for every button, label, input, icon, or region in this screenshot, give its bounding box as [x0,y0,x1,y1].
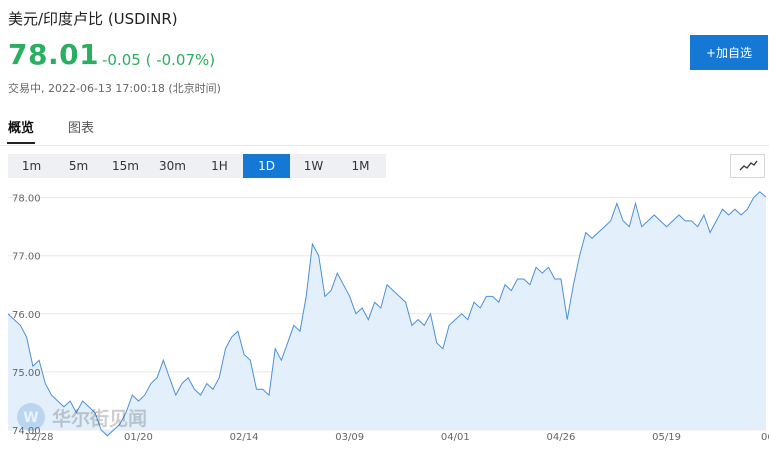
period-1d[interactable]: 1D [243,154,290,178]
watermark-logo-icon: W [17,403,45,431]
add-to-watchlist-button[interactable]: +加自选 [690,35,768,70]
period-1m[interactable]: 1m [8,154,55,178]
period-30m[interactable]: 30m [149,154,196,178]
watermark: W 华尔街见闻 [16,402,147,432]
page-title: 美元/印度卢比 (USDINR) [8,10,178,28]
tab-chart[interactable]: 图表 [68,117,94,136]
period-5m[interactable]: 5m [55,154,102,178]
watermark-text: 华尔街见闻 [52,407,148,430]
period-15m[interactable]: 15m [102,154,149,178]
x-tick-label: 02/14 [230,432,259,443]
period-1w[interactable]: 1W [290,154,337,178]
x-tick-label: 05/19 [652,432,681,443]
price-change: -0.05 ( -0.07%) [102,51,216,69]
y-tick-label: 76.00 [12,310,41,321]
x-tick-label: 04/26 [547,432,576,443]
tab-overview[interactable]: 概览 [8,117,34,136]
current-price: 78.01 [8,38,100,71]
period-1mo[interactable]: 1M [337,154,384,178]
x-tick-label: 04/01 [441,432,470,443]
active-tab-indicator [7,142,35,144]
period-1h[interactable]: 1H [196,154,243,178]
x-tick-label: 06/1 [761,432,769,443]
x-tick-label: 12/28 [25,432,54,443]
y-tick-label: 78.00 [12,194,41,205]
svg-text:W: W [23,410,38,426]
line-chart-icon [739,160,758,171]
x-tick-label: 03/09 [335,432,364,443]
period-selector: 1m 5m 15m 30m 1H 1D 1W 1M [8,154,386,178]
chart-type-button[interactable] [730,154,765,178]
y-tick-label: 77.00 [12,252,41,263]
x-axis: 12/28 01/20 02/14 03/09 04/01 04/26 05/19 06/1 [25,432,769,443]
tab-bar: 概览 图表 [0,112,769,146]
x-tick-label: 01/20 [124,432,153,443]
y-tick-label: 75.00 [12,368,41,379]
trading-status: 交易中, 2022-06-13 17:00:18 (北京时间) [8,82,221,95]
